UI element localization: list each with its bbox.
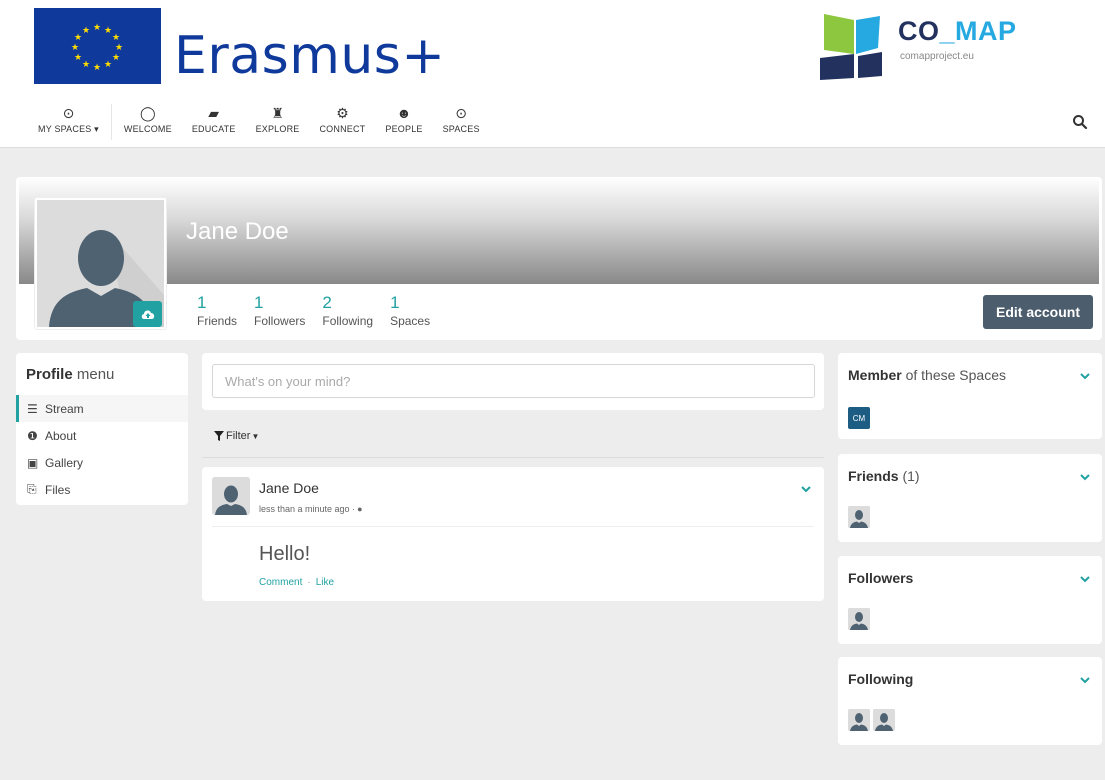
filter-icon bbox=[214, 431, 224, 441]
stream-post: Jane Doe less than a minute ago · ● Hell… bbox=[202, 467, 824, 601]
default-user-icon bbox=[848, 506, 870, 528]
edit-account-button[interactable]: Edit account bbox=[983, 295, 1093, 329]
friend-avatar[interactable] bbox=[848, 506, 870, 528]
comap-logo: CO_MAP comapproject.eu bbox=[820, 14, 1020, 80]
profile-name: Jane Doe bbox=[186, 218, 289, 245]
post-divider bbox=[212, 526, 814, 527]
profile-menu: Profile menu ☰ Stream ❶ About ▣ Gallery … bbox=[16, 353, 188, 505]
cloud-upload-icon bbox=[141, 310, 154, 319]
caret-down-icon: ▼ bbox=[251, 431, 260, 441]
like-link[interactable]: Like bbox=[316, 577, 334, 588]
following-panel: Following bbox=[838, 657, 1102, 745]
chevron-down-icon[interactable] bbox=[1079, 575, 1091, 583]
svg-text:★: ★ bbox=[112, 33, 120, 43]
followers-title: Followers bbox=[848, 570, 914, 586]
member-spaces-panel: Member of these Spaces CM bbox=[838, 353, 1102, 439]
stat-friends[interactable]: 1 Friends bbox=[197, 293, 237, 329]
search-icon bbox=[1073, 115, 1088, 130]
following-avatar[interactable] bbox=[848, 709, 870, 731]
svg-text:★: ★ bbox=[74, 33, 82, 43]
upload-avatar-button[interactable] bbox=[133, 301, 162, 327]
filter-divider bbox=[202, 457, 824, 458]
space-badge[interactable]: CM bbox=[848, 407, 870, 429]
nav-connect[interactable]: ⚙ CONNECT bbox=[309, 104, 375, 144]
comap-site-url: comapproject.eu bbox=[900, 51, 974, 62]
friends-title: Friends (1) bbox=[848, 468, 920, 484]
chevron-down-icon[interactable] bbox=[1079, 372, 1091, 380]
svg-text:★: ★ bbox=[104, 60, 112, 70]
post-author-name[interactable]: Jane Doe bbox=[259, 480, 319, 496]
svg-text:★: ★ bbox=[112, 53, 120, 63]
chevron-down-icon[interactable] bbox=[1079, 473, 1091, 481]
follower-avatar[interactable] bbox=[848, 608, 870, 630]
comap-title: CO_MAP bbox=[898, 16, 1017, 46]
friends-panel: Friends (1) bbox=[838, 454, 1102, 542]
stat-spaces[interactable]: 1 Spaces bbox=[390, 293, 430, 329]
nav-educate[interactable]: ▰ EDUCATE bbox=[182, 104, 246, 144]
search-button[interactable] bbox=[1072, 114, 1088, 130]
default-user-icon bbox=[848, 608, 870, 630]
svg-text:★: ★ bbox=[71, 43, 79, 53]
default-user-icon bbox=[873, 709, 895, 731]
stat-following[interactable]: 2 Following bbox=[322, 293, 373, 329]
nav-welcome[interactable]: ◯ WELCOME bbox=[114, 104, 182, 144]
default-user-icon bbox=[212, 477, 250, 515]
profile-banner bbox=[19, 177, 1099, 284]
main-nav: ⊙ MY SPACES ▾ ◯ WELCOME ▰ EDUCATE ♜ EXPL… bbox=[28, 104, 490, 144]
post-actions: Comment · Like bbox=[259, 577, 335, 588]
svg-text:★: ★ bbox=[93, 63, 101, 73]
svg-text:★: ★ bbox=[115, 43, 123, 53]
profile-menu-title: Profile menu bbox=[26, 366, 115, 383]
globe-icon: ● bbox=[357, 504, 363, 514]
post-composer bbox=[202, 353, 824, 410]
default-user-icon bbox=[848, 709, 870, 731]
profile-stats: 1 Friends 1 Followers 2 Following 1 Spac… bbox=[197, 293, 447, 329]
menu-item-stream[interactable]: ☰ Stream bbox=[16, 395, 188, 422]
nav-spaces[interactable]: ⊙ SPACES bbox=[433, 104, 490, 144]
followers-panel: Followers bbox=[838, 556, 1102, 644]
post-timestamp: less than a minute ago · ● bbox=[259, 504, 363, 514]
nav-my-spaces[interactable]: ⊙ MY SPACES ▾ bbox=[28, 104, 109, 144]
post-body: Hello! bbox=[259, 543, 311, 565]
svg-text:★: ★ bbox=[74, 53, 82, 63]
svg-text:★: ★ bbox=[104, 26, 112, 36]
files-icon: ⎘ bbox=[27, 482, 37, 496]
nav-explore[interactable]: ♜ EXPLORE bbox=[246, 104, 310, 144]
cogs-icon: ⚙ bbox=[336, 105, 349, 121]
target-icon: ⊙ bbox=[455, 105, 467, 121]
following-title: Following bbox=[848, 671, 914, 687]
chevron-down-icon[interactable] bbox=[800, 485, 812, 493]
menu-item-about[interactable]: ❶ About bbox=[16, 422, 188, 449]
filter-dropdown[interactable]: Filter ▼ bbox=[214, 430, 259, 442]
nav-people[interactable]: ☻ PEOPLE bbox=[375, 104, 432, 144]
target-icon: ⊙ bbox=[62, 105, 75, 121]
whats-on-your-mind-input[interactable] bbox=[212, 364, 815, 398]
nav-divider bbox=[110, 104, 112, 140]
svg-text:★: ★ bbox=[82, 26, 90, 36]
svg-text:★: ★ bbox=[82, 60, 90, 70]
menu-item-gallery[interactable]: ▣ Gallery bbox=[16, 449, 188, 476]
chevron-down-icon[interactable] bbox=[1079, 676, 1091, 684]
erasmus-wordmark: Erasmus+ bbox=[174, 26, 446, 86]
comap-logo-mark bbox=[820, 14, 882, 80]
menu-item-files[interactable]: ⎘ Files bbox=[16, 476, 188, 503]
profile-header bbox=[16, 177, 1102, 340]
stat-followers[interactable]: 1 Followers bbox=[254, 293, 305, 329]
book-icon: ▰ bbox=[208, 105, 220, 121]
eu-flag-logo: ★ ★ ★ ★ ★ ★ ★ ★ ★ ★ ★ ★ bbox=[34, 8, 161, 84]
binoculars-icon: ♜ bbox=[271, 105, 284, 121]
comment-link[interactable]: Comment bbox=[259, 577, 302, 588]
users-icon: ☻ bbox=[396, 105, 412, 121]
info-icon: ❶ bbox=[27, 428, 38, 443]
post-author-avatar[interactable] bbox=[212, 477, 250, 515]
bars-icon: ☰ bbox=[27, 401, 38, 416]
svg-text:★: ★ bbox=[93, 23, 101, 33]
leaf-icon: ◯ bbox=[140, 105, 156, 121]
image-icon: ▣ bbox=[27, 455, 39, 470]
member-spaces-title: Member of these Spaces bbox=[848, 367, 1006, 383]
following-avatar[interactable] bbox=[873, 709, 895, 731]
